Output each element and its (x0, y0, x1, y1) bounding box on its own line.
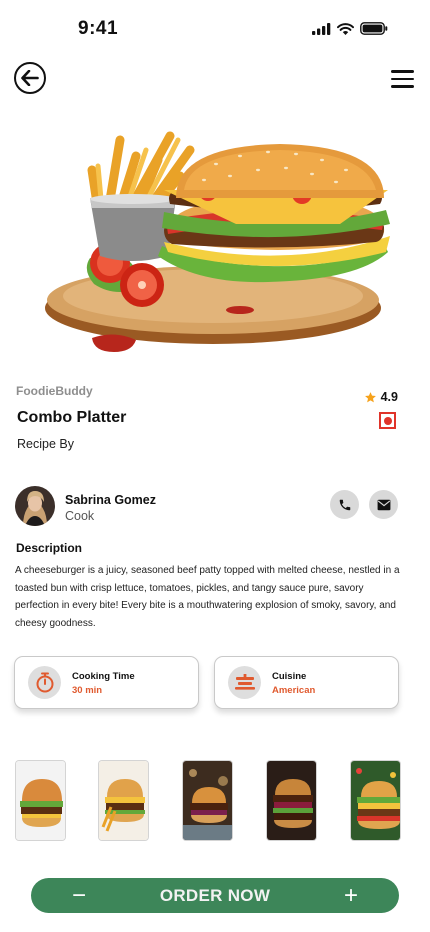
photo-gallery (15, 760, 415, 842)
serving-dish-icon (234, 673, 255, 690)
gallery-thumbnail[interactable] (350, 760, 401, 841)
decrease-quantity-button[interactable]: − (65, 882, 93, 909)
cooking-time-label: Cooking Time (72, 671, 135, 682)
cuisine-card: Cuisine American (214, 656, 399, 709)
non-veg-mark-icon (379, 412, 396, 429)
call-button[interactable] (330, 490, 359, 519)
battery-icon (360, 22, 388, 35)
status-icons (312, 22, 388, 35)
cooking-time-card: Cooking Time 30 min (14, 656, 199, 709)
menu-line (391, 85, 414, 88)
author-name: Sabrina Gomez (65, 493, 156, 507)
rating-value: 4.9 (380, 390, 398, 404)
hamburger-menu-icon[interactable] (391, 70, 414, 88)
cuisine-value: American (272, 685, 316, 696)
product-title: Combo Platter (17, 409, 127, 426)
brand-name: FoodieBuddy (16, 384, 93, 398)
recipe-by-label: Recipe By (17, 437, 74, 451)
avatar[interactable] (15, 486, 55, 526)
gallery-thumbnail[interactable] (15, 760, 66, 841)
order-now-button[interactable]: ORDER NOW (160, 886, 270, 906)
menu-line (391, 77, 414, 81)
arrow-left-icon (21, 70, 39, 86)
gallery-thumbnail[interactable] (266, 760, 317, 841)
status-bar: 9:41 (0, 0, 430, 54)
status-time: 9:41 (78, 18, 119, 39)
increase-quantity-button[interactable]: + (337, 882, 365, 909)
message-button[interactable] (369, 490, 398, 519)
mail-icon (377, 499, 390, 510)
back-button[interactable] (14, 62, 46, 94)
combo-platter-image (45, 131, 390, 352)
cooking-time-value: 30 min (72, 685, 103, 696)
phone-icon (339, 499, 350, 510)
avatar-image (15, 486, 55, 526)
author-role: Cook (65, 509, 95, 523)
stopwatch-icon (36, 672, 53, 693)
description-heading: Description (16, 541, 83, 555)
star-icon (364, 391, 376, 402)
info-icon-circle (28, 666, 61, 699)
gallery-thumbnail[interactable] (98, 760, 149, 841)
cellular-signal-icon (312, 22, 331, 35)
description-text: A cheeseburger is a juicy, seasoned beef… (15, 565, 400, 629)
info-icon-circle (228, 666, 261, 699)
rating: 4.9 (364, 390, 398, 404)
cuisine-label: Cuisine (272, 671, 307, 682)
gallery-thumbnail[interactable] (182, 760, 233, 841)
order-bar: − ORDER NOW + (31, 878, 399, 913)
menu-line (391, 70, 414, 73)
wifi-icon (337, 22, 354, 35)
